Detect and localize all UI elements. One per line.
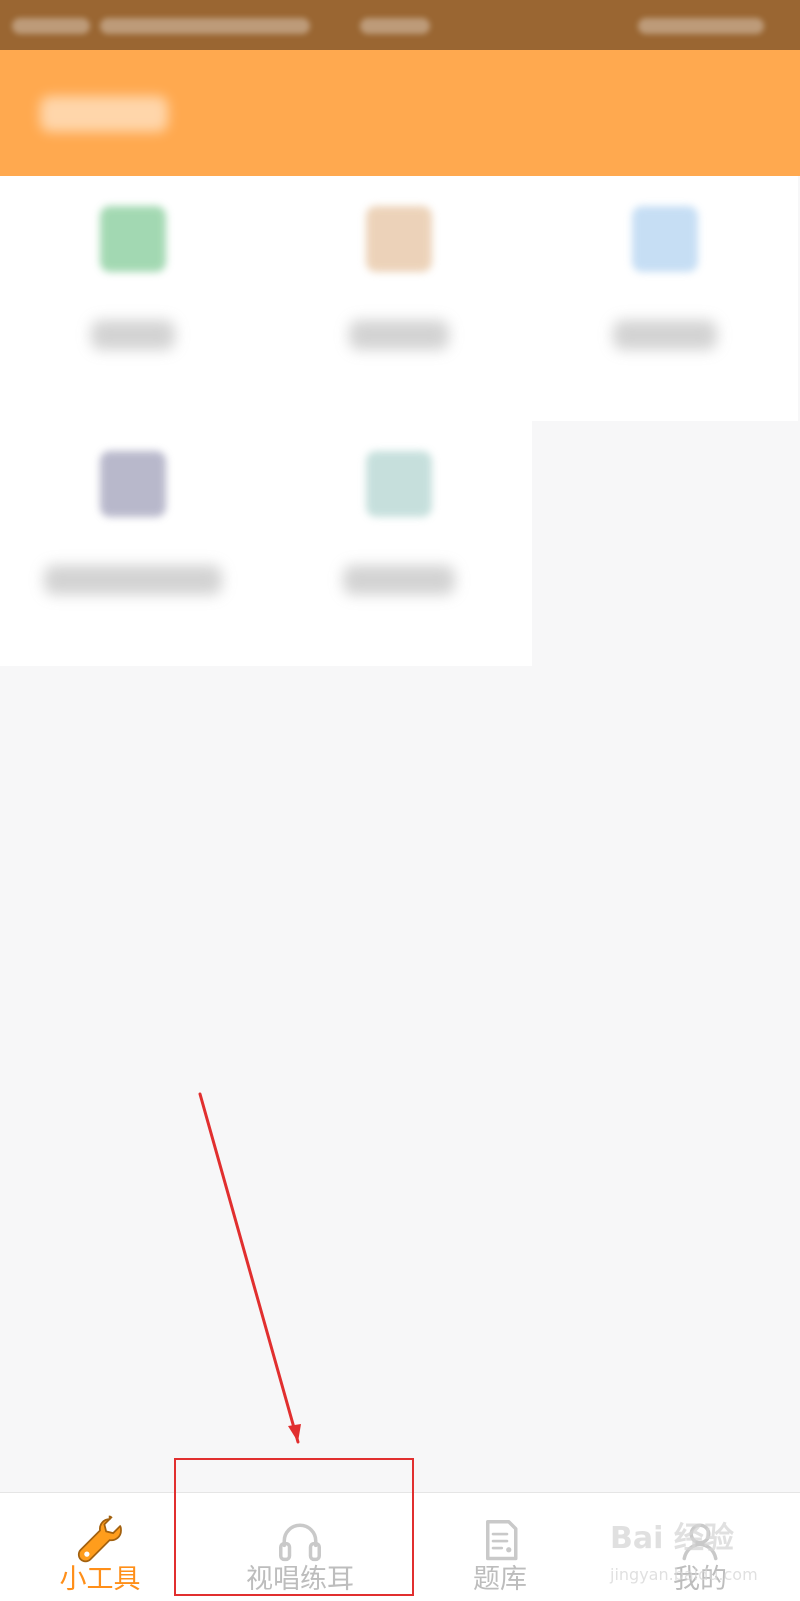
watermark-sub: jingyan.baidu.com (610, 1565, 758, 1584)
watermark: Bai 经验 jingyan.baidu.com (610, 1513, 800, 1600)
annotation-arrow (198, 1092, 301, 1444)
arrow-head-icon (288, 1424, 301, 1442)
watermark-main: Bai 经验 (610, 1521, 734, 1556)
